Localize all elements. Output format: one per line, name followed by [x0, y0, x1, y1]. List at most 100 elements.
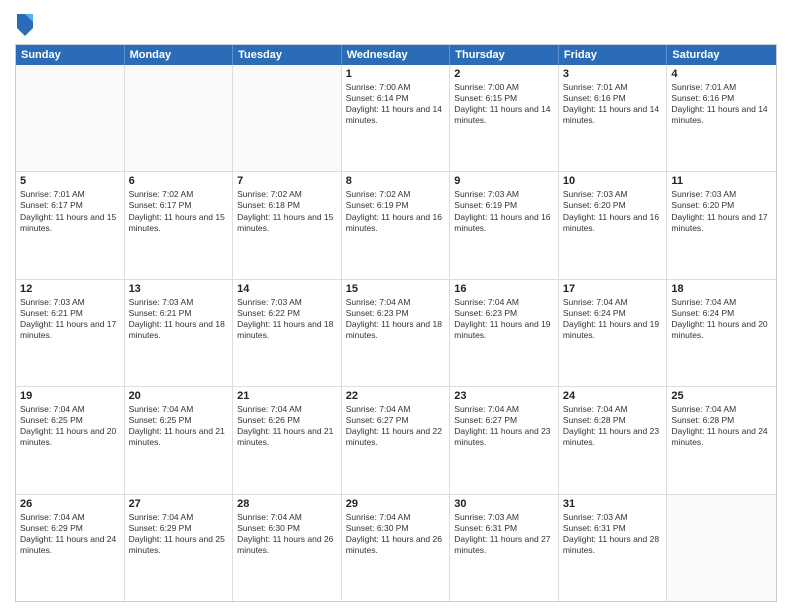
day-cell-19: 19 Sunrise: 7:04 AM Sunset: 6:25 PM Dayli…: [16, 387, 125, 493]
day-cell-31: 31 Sunrise: 7:03 AM Sunset: 6:31 PM Dayli…: [559, 495, 668, 601]
calendar-row-1: 5Sunrise: 7:01 AM Sunset: 6:17 PM Daylig…: [16, 172, 776, 279]
cell-info: Sunrise: 7:01 AM Sunset: 6:16 PM Dayligh…: [671, 82, 772, 126]
cell-info: Sunrise: 7:03 AM Sunset: 6:31 PM Dayligh…: [454, 512, 554, 556]
calendar-header: SundayMondayTuesdayWednesdayThursdayFrid…: [16, 45, 776, 65]
logo: [15, 10, 39, 38]
day-number: 2: [454, 68, 554, 80]
day-number: 4: [671, 68, 772, 80]
cell-info: Sunrise: 7:00 AM Sunset: 6:15 PM Dayligh…: [454, 82, 554, 126]
day-cell-30: 30 Sunrise: 7:03 AM Sunset: 6:31 PM Dayli…: [450, 495, 559, 601]
cell-info: Sunrise: 7:04 AM Sunset: 6:29 PM Dayligh…: [20, 512, 120, 556]
day-number: 22: [346, 390, 446, 402]
day-cell-7: 7 Sunrise: 7:02 AM Sunset: 6:18 PM Daylig…: [233, 172, 342, 278]
day-cell-21: 21 Sunrise: 7:04 AM Sunset: 6:26 PM Dayli…: [233, 387, 342, 493]
day-cell-18: 18 Sunrise: 7:04 AM Sunset: 6:24 PM Dayli…: [667, 280, 776, 386]
cell-info: Sunrise: 7:04 AM Sunset: 6:28 PM Dayligh…: [563, 404, 663, 448]
cell-info: Sunrise: 7:03 AM Sunset: 6:19 PM Dayligh…: [454, 189, 554, 233]
cell-info: Sunrise: 7:04 AM Sunset: 6:27 PM Dayligh…: [346, 404, 446, 448]
day-number: 25: [671, 390, 772, 402]
day-number: 15: [346, 283, 446, 295]
empty-cell: [16, 65, 125, 171]
day-header-tuesday: Tuesday: [233, 45, 342, 65]
cell-info: Sunrise: 7:04 AM Sunset: 6:23 PM Dayligh…: [346, 297, 446, 341]
day-cell-8: 8Sunrise: 7:02 AM Sunset: 6:19 PM Daylig…: [342, 172, 451, 278]
day-cell-2: 2 Sunrise: 7:00 AM Sunset: 6:15 PM Daylig…: [450, 65, 559, 171]
day-number: 17: [563, 283, 663, 295]
day-number: 18: [671, 283, 772, 295]
day-number: 16: [454, 283, 554, 295]
day-number: 9: [454, 175, 554, 187]
day-number: 31: [563, 498, 663, 510]
cell-info: Sunrise: 7:03 AM Sunset: 6:21 PM Dayligh…: [129, 297, 229, 341]
cell-info: Sunrise: 7:03 AM Sunset: 6:31 PM Dayligh…: [563, 512, 663, 556]
day-number: 11: [671, 175, 772, 187]
cell-info: Sunrise: 7:04 AM Sunset: 6:25 PM Dayligh…: [129, 404, 229, 448]
header: [15, 10, 777, 38]
day-cell-3: 3 Sunrise: 7:01 AM Sunset: 6:16 PM Daylig…: [559, 65, 668, 171]
calendar: SundayMondayTuesdayWednesdayThursdayFrid…: [15, 44, 777, 602]
day-number: 27: [129, 498, 229, 510]
calendar-row-0: 1Sunrise: 7:00 AM Sunset: 6:14 PM Daylig…: [16, 65, 776, 172]
day-number: 10: [563, 175, 663, 187]
cell-info: Sunrise: 7:04 AM Sunset: 6:30 PM Dayligh…: [237, 512, 337, 556]
day-header-sunday: Sunday: [16, 45, 125, 65]
day-cell-26: 26Sunrise: 7:04 AM Sunset: 6:29 PM Dayli…: [16, 495, 125, 601]
day-cell-20: 20 Sunrise: 7:04 AM Sunset: 6:25 PM Dayli…: [125, 387, 234, 493]
day-number: 30: [454, 498, 554, 510]
cell-info: Sunrise: 7:02 AM Sunset: 6:19 PM Dayligh…: [346, 189, 446, 233]
day-number: 21: [237, 390, 337, 402]
day-number: 1: [346, 68, 446, 80]
day-number: 19: [20, 390, 120, 402]
day-cell-25: 25 Sunrise: 7:04 AM Sunset: 6:28 PM Dayli…: [667, 387, 776, 493]
empty-cell: [233, 65, 342, 171]
day-cell-4: 4 Sunrise: 7:01 AM Sunset: 6:16 PM Daylig…: [667, 65, 776, 171]
day-cell-27: 27 Sunrise: 7:04 AM Sunset: 6:29 PM Dayli…: [125, 495, 234, 601]
day-header-friday: Friday: [559, 45, 668, 65]
cell-info: Sunrise: 7:04 AM Sunset: 6:24 PM Dayligh…: [671, 297, 772, 341]
day-cell-29: 29 Sunrise: 7:04 AM Sunset: 6:30 PM Dayli…: [342, 495, 451, 601]
day-cell-16: 16 Sunrise: 7:04 AM Sunset: 6:23 PM Dayli…: [450, 280, 559, 386]
day-cell-28: 28 Sunrise: 7:04 AM Sunset: 6:30 PM Dayli…: [233, 495, 342, 601]
empty-cell: [125, 65, 234, 171]
calendar-row-2: 12Sunrise: 7:03 AM Sunset: 6:21 PM Dayli…: [16, 280, 776, 387]
day-header-saturday: Saturday: [667, 45, 776, 65]
day-header-wednesday: Wednesday: [342, 45, 451, 65]
day-number: 20: [129, 390, 229, 402]
cell-info: Sunrise: 7:04 AM Sunset: 6:25 PM Dayligh…: [20, 404, 120, 448]
cell-info: Sunrise: 7:01 AM Sunset: 6:16 PM Dayligh…: [563, 82, 663, 126]
day-number: 13: [129, 283, 229, 295]
cell-info: Sunrise: 7:04 AM Sunset: 6:26 PM Dayligh…: [237, 404, 337, 448]
cell-info: Sunrise: 7:03 AM Sunset: 6:20 PM Dayligh…: [671, 189, 772, 233]
cell-info: Sunrise: 7:02 AM Sunset: 6:17 PM Dayligh…: [129, 189, 229, 233]
calendar-row-3: 19 Sunrise: 7:04 AM Sunset: 6:25 PM Dayli…: [16, 387, 776, 494]
cell-info: Sunrise: 7:02 AM Sunset: 6:18 PM Dayligh…: [237, 189, 337, 233]
cell-info: Sunrise: 7:03 AM Sunset: 6:22 PM Dayligh…: [237, 297, 337, 341]
day-cell-1: 1Sunrise: 7:00 AM Sunset: 6:14 PM Daylig…: [342, 65, 451, 171]
day-header-thursday: Thursday: [450, 45, 559, 65]
day-cell-12: 12Sunrise: 7:03 AM Sunset: 6:21 PM Dayli…: [16, 280, 125, 386]
day-cell-14: 14 Sunrise: 7:03 AM Sunset: 6:22 PM Dayli…: [233, 280, 342, 386]
day-number: 24: [563, 390, 663, 402]
cell-info: Sunrise: 7:04 AM Sunset: 6:30 PM Dayligh…: [346, 512, 446, 556]
day-header-monday: Monday: [125, 45, 234, 65]
logo-icon: [15, 10, 35, 38]
cell-info: Sunrise: 7:03 AM Sunset: 6:20 PM Dayligh…: [563, 189, 663, 233]
calendar-body: 1Sunrise: 7:00 AM Sunset: 6:14 PM Daylig…: [16, 65, 776, 601]
cell-info: Sunrise: 7:04 AM Sunset: 6:23 PM Dayligh…: [454, 297, 554, 341]
day-number: 23: [454, 390, 554, 402]
cell-info: Sunrise: 7:04 AM Sunset: 6:28 PM Dayligh…: [671, 404, 772, 448]
day-cell-24: 24 Sunrise: 7:04 AM Sunset: 6:28 PM Dayli…: [559, 387, 668, 493]
day-number: 3: [563, 68, 663, 80]
day-cell-22: 22 Sunrise: 7:04 AM Sunset: 6:27 PM Dayli…: [342, 387, 451, 493]
day-number: 7: [237, 175, 337, 187]
day-cell-5: 5Sunrise: 7:01 AM Sunset: 6:17 PM Daylig…: [16, 172, 125, 278]
cell-info: Sunrise: 7:04 AM Sunset: 6:24 PM Dayligh…: [563, 297, 663, 341]
day-cell-13: 13 Sunrise: 7:03 AM Sunset: 6:21 PM Dayli…: [125, 280, 234, 386]
day-cell-6: 6Sunrise: 7:02 AM Sunset: 6:17 PM Daylig…: [125, 172, 234, 278]
day-number: 28: [237, 498, 337, 510]
day-number: 29: [346, 498, 446, 510]
cell-info: Sunrise: 7:04 AM Sunset: 6:29 PM Dayligh…: [129, 512, 229, 556]
day-number: 14: [237, 283, 337, 295]
day-cell-23: 23 Sunrise: 7:04 AM Sunset: 6:27 PM Dayli…: [450, 387, 559, 493]
cell-info: Sunrise: 7:04 AM Sunset: 6:27 PM Dayligh…: [454, 404, 554, 448]
